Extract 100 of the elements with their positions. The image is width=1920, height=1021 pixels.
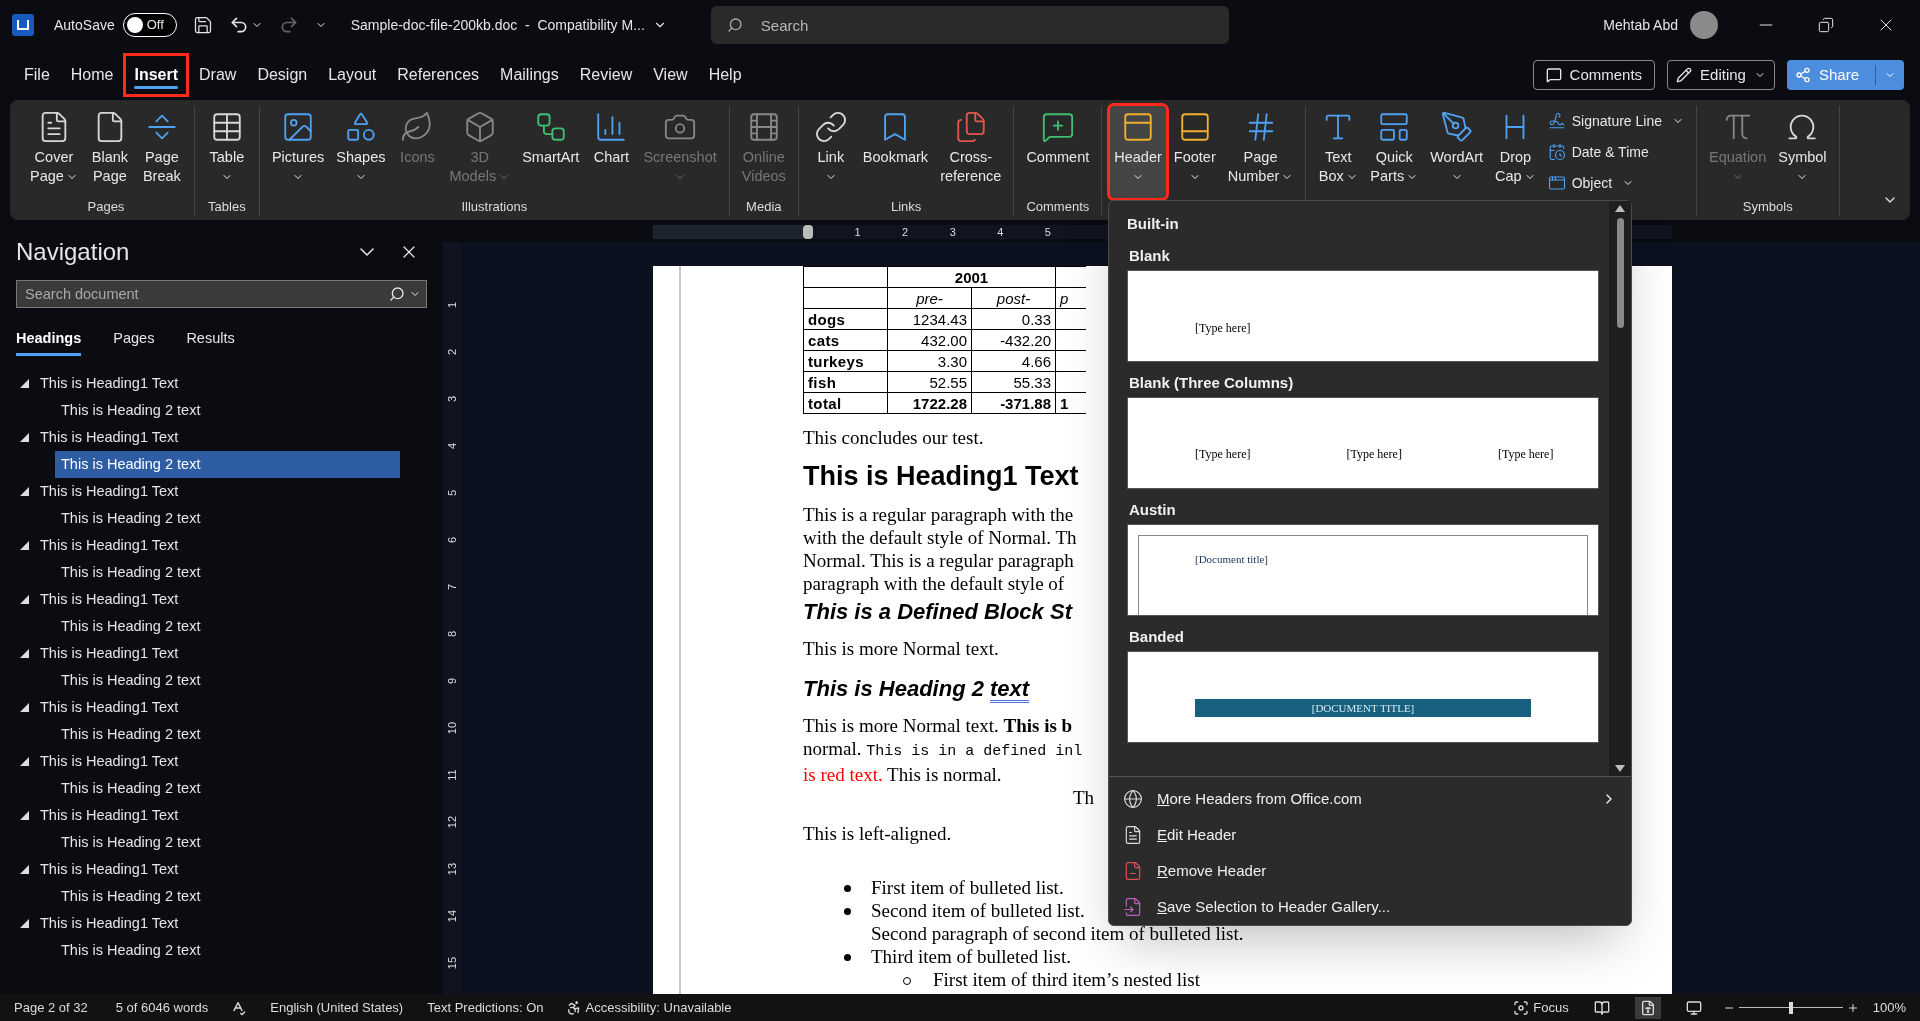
ribbon-button[interactable]: Shapes bbox=[332, 106, 390, 198]
ribbon-button[interactable]: Drop Cap bbox=[1491, 106, 1540, 198]
ribbon-tab[interactable]: Layout bbox=[320, 56, 385, 94]
heading-item[interactable]: This is Heading 2 text bbox=[55, 613, 400, 640]
ribbon-button[interactable]: Header bbox=[1110, 106, 1166, 198]
focus-icon[interactable] bbox=[1513, 999, 1530, 1016]
language[interactable]: English (United States) bbox=[270, 997, 404, 1018]
ribbon-button[interactable]: Signature Line bbox=[1543, 108, 1688, 134]
heading-item[interactable]: This is Heading1 Text bbox=[0, 802, 400, 829]
scrollbar-thumb[interactable] bbox=[1616, 218, 1624, 328]
ribbon-button[interactable]: Chart bbox=[587, 106, 636, 198]
ribbon-button[interactable]: Blank Page bbox=[85, 106, 134, 198]
heading-item[interactable]: This is Heading1 Text bbox=[0, 424, 400, 451]
expand-arrow-icon[interactable] bbox=[20, 379, 29, 388]
indent-marker-icon[interactable] bbox=[803, 225, 813, 239]
heading-item[interactable]: This is Heading1 Text bbox=[0, 370, 400, 397]
heading-item[interactable]: This is Heading 2 text bbox=[55, 937, 400, 964]
expand-arrow-icon[interactable] bbox=[20, 541, 29, 550]
ribbon-tab[interactable]: Help bbox=[700, 56, 750, 94]
ribbon-button[interactable]: Footer bbox=[1169, 106, 1220, 198]
ribbon-button[interactable]: Cover Page bbox=[26, 106, 82, 198]
word-count[interactable]: 5 of 6046 words bbox=[115, 997, 209, 1018]
ribbon-button[interactable]: WordArt bbox=[1426, 106, 1488, 198]
heading-item[interactable]: This is Heading 2 text bbox=[55, 829, 400, 856]
zoom-in-icon[interactable] bbox=[1846, 1001, 1859, 1014]
expand-arrow-icon[interactable] bbox=[20, 649, 29, 658]
ribbon-button[interactable]: Cross- reference bbox=[936, 106, 1006, 198]
autosave-toggle[interactable]: Off bbox=[122, 13, 177, 37]
scroll-down-icon[interactable] bbox=[1615, 765, 1625, 772]
ribbon-tab[interactable]: Draw bbox=[191, 56, 245, 94]
heading-item[interactable]: This is Heading 2 text bbox=[55, 505, 400, 532]
avatar[interactable] bbox=[1690, 11, 1718, 39]
ribbon-tab[interactable]: Design bbox=[249, 56, 316, 94]
ribbon-tab[interactable]: File bbox=[16, 56, 58, 94]
pane-tab[interactable]: Results bbox=[186, 324, 235, 356]
ribbon-button[interactable]: Text Box bbox=[1314, 106, 1363, 198]
heading-item[interactable]: This is Heading 2 text bbox=[55, 883, 400, 910]
ribbon-button[interactable]: SmartArt bbox=[518, 106, 584, 198]
expand-arrow-icon[interactable] bbox=[20, 811, 29, 820]
header-preview[interactable]: [Type here] [Type here] [Type here] bbox=[1127, 397, 1599, 489]
focus-mode[interactable]: Focus bbox=[1533, 997, 1569, 1018]
view-button[interactable] bbox=[1634, 996, 1661, 1019]
heading-item[interactable]: This is Heading 2 text bbox=[55, 559, 400, 586]
menu-item[interactable]: More Headers from Office.com bbox=[1109, 781, 1631, 817]
expand-arrow-icon[interactable] bbox=[20, 919, 29, 928]
heading-item[interactable]: This is Heading 2 text bbox=[55, 451, 400, 478]
ribbon-button[interactable]: Symbol bbox=[1774, 106, 1831, 198]
page-count[interactable]: Page 2 of 32 bbox=[14, 997, 88, 1018]
zoom-level[interactable]: 100% bbox=[1872, 997, 1906, 1018]
ribbon-tab[interactable]: References bbox=[389, 56, 488, 94]
document-title[interactable]: Sample-doc-file-200kb.doc - Compatibility M... bbox=[350, 14, 667, 36]
save-icon[interactable] bbox=[192, 15, 213, 35]
proofing-icon[interactable] bbox=[230, 999, 247, 1016]
pane-tab[interactable]: Pages bbox=[113, 324, 155, 356]
heading-item[interactable]: This is Heading1 Text bbox=[0, 586, 400, 613]
expand-arrow-icon[interactable] bbox=[20, 595, 29, 604]
heading-item[interactable]: This is Heading1 Text bbox=[0, 748, 400, 775]
ribbon-button[interactable]: Table bbox=[202, 106, 251, 198]
zoom-slider-thumb[interactable] bbox=[1788, 1001, 1793, 1014]
expand-arrow-icon[interactable] bbox=[20, 433, 29, 442]
ribbon-button[interactable]: Object bbox=[1543, 170, 1688, 196]
heading-item[interactable]: This is Heading1 Text bbox=[0, 532, 400, 559]
undo-icon[interactable] bbox=[228, 15, 249, 35]
search-field[interactable]: Search document bbox=[16, 280, 427, 308]
accessibility-icon[interactable] bbox=[565, 999, 582, 1016]
ribbon-button[interactable]: Bookmark bbox=[858, 106, 933, 198]
restore-icon[interactable] bbox=[1818, 17, 1834, 33]
ribbon-button[interactable]: Comment bbox=[1022, 106, 1094, 198]
editing-button[interactable]: Editing bbox=[1667, 60, 1775, 90]
heading-item[interactable]: This is Heading 2 text bbox=[55, 775, 400, 802]
header-preview[interactable]: [Document title] bbox=[1127, 524, 1599, 616]
ribbon-tab[interactable]: Mailings bbox=[492, 56, 567, 94]
search-field[interactable]: Search bbox=[710, 6, 1229, 44]
text-predictions[interactable]: Text Predictions: On bbox=[427, 997, 544, 1018]
expand-arrow-icon[interactable] bbox=[20, 487, 29, 496]
ribbon-button[interactable]: Date & Time bbox=[1543, 139, 1688, 165]
expand-arrow-icon[interactable] bbox=[20, 703, 29, 712]
ribbon-button[interactable]: Link bbox=[806, 106, 855, 198]
ribbon-button[interactable]: Pictures bbox=[267, 106, 329, 198]
header-preview[interactable]: [Type here] bbox=[1127, 270, 1599, 362]
menu-item[interactable]: Remove Header bbox=[1109, 853, 1631, 889]
heading-item[interactable]: This is Heading 2 text bbox=[55, 397, 400, 424]
menu-item[interactable]: Edit Header bbox=[1109, 817, 1631, 853]
ribbon-button[interactable]: Page Number bbox=[1223, 106, 1298, 198]
heading-item[interactable]: This is Heading 2 text bbox=[55, 667, 400, 694]
heading-item[interactable]: This is Heading 2 text bbox=[55, 721, 400, 748]
zoom-slider[interactable] bbox=[1738, 1001, 1843, 1014]
expand-arrow-icon[interactable] bbox=[20, 757, 29, 766]
expand-arrow-icon[interactable] bbox=[20, 865, 29, 874]
heading-item[interactable]: This is Heading1 Text bbox=[0, 640, 400, 667]
pane-tab[interactable]: Headings bbox=[16, 324, 82, 356]
ribbon-button[interactable]: Quick Parts bbox=[1366, 106, 1423, 198]
heading-item[interactable]: This is Heading1 Text bbox=[0, 856, 400, 883]
ribbon-tab[interactable]: Home bbox=[62, 56, 122, 94]
header-preview[interactable]: [DOCUMENT TITLE] bbox=[1127, 651, 1599, 743]
ribbon-tab[interactable]: View bbox=[645, 56, 696, 94]
ribbon-button[interactable]: Page Break bbox=[137, 106, 186, 198]
heading-item[interactable]: This is Heading1 Text bbox=[0, 910, 400, 937]
scrollbar[interactable] bbox=[1609, 201, 1631, 776]
comments-button[interactable]: Comments bbox=[1532, 60, 1656, 90]
